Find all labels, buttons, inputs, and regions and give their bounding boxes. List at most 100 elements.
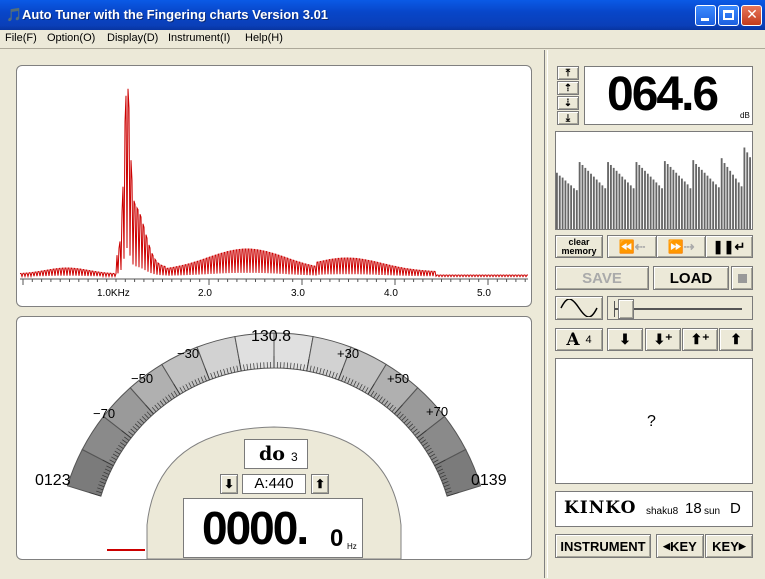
level-history-bar	[579, 162, 581, 229]
level-history-bar	[601, 185, 603, 229]
menu-instrument[interactable]: Instrument(I)	[168, 32, 230, 44]
fingering-unknown: ?	[647, 413, 656, 431]
clear-memory-label: memory	[561, 247, 596, 256]
level-history-bar	[704, 173, 706, 229]
level-history-graph	[555, 131, 753, 230]
maximize-button[interactable]	[718, 5, 739, 26]
level-history-bar	[687, 184, 689, 229]
level-history-bar	[664, 161, 666, 229]
level-history-bar	[618, 174, 620, 229]
level-history-bar	[743, 148, 745, 229]
x-tick-label: 4.0	[384, 288, 398, 299]
cents-label: −50	[131, 371, 153, 386]
level-history-bar	[647, 174, 649, 229]
level-history-bar	[604, 188, 606, 229]
save-button[interactable]: SAVE	[555, 266, 649, 290]
level-down-button[interactable]: ⇣	[557, 96, 579, 110]
fast-forward-button[interactable]: ⏩⇢	[656, 235, 706, 258]
level-history-bar	[576, 190, 578, 229]
key-up-button[interactable]: KEY▶	[705, 534, 753, 558]
instrument-type: shaku8	[646, 506, 678, 517]
stop-button[interactable]	[731, 266, 753, 290]
level-history-bar	[582, 165, 584, 229]
level-history-bar	[559, 176, 561, 229]
level-history-bar	[596, 180, 598, 229]
instrument-brand: KINKO	[564, 498, 636, 518]
level-history-bar	[707, 176, 709, 229]
level-history-bar	[675, 173, 677, 229]
level-history-bar	[726, 167, 728, 229]
waveform-button[interactable]	[555, 296, 603, 320]
slider-thumb[interactable]	[618, 299, 634, 319]
level-history-bar	[593, 177, 595, 229]
level-history-bar	[636, 162, 638, 229]
level-history-bar	[613, 168, 615, 229]
rewind-button[interactable]: ⏪⇠	[607, 235, 657, 258]
menu-bar: File(F) Option(O) Display(D) Instrument(…	[0, 30, 765, 48]
level-history-bar	[746, 152, 748, 229]
level-history-bar	[641, 168, 643, 229]
transpose-up-button[interactable]: ⬆	[719, 328, 753, 351]
right-frequency: 0139	[471, 472, 507, 490]
load-button[interactable]: LOAD	[653, 266, 729, 290]
fingering-chart-area: ?	[555, 358, 753, 484]
level-history-bar	[658, 185, 660, 229]
center-frequency: 130.8	[251, 328, 291, 346]
reference-pitch: A:440	[242, 474, 306, 494]
level-history-bar	[655, 182, 657, 229]
level-history-bar	[610, 165, 612, 229]
level-bottom-button[interactable]: ⤓	[557, 111, 579, 125]
transpose-down-fine-button[interactable]: ⬇⁺	[645, 328, 681, 351]
x-tick-label: 2.0	[198, 288, 212, 299]
level-history-bar	[735, 179, 737, 229]
arrow-up-to-top-icon: ⤒	[566, 68, 570, 79]
close-button[interactable]: ✕	[741, 5, 762, 26]
level-history-bar	[690, 188, 692, 229]
level-top-button[interactable]: ⤒	[557, 66, 579, 80]
level-readout: 064.6 dB	[584, 66, 753, 125]
rewind-icon: ⏪⇠	[618, 239, 645, 255]
menu-help[interactable]: Help(H)	[245, 32, 283, 44]
splitter	[544, 50, 548, 578]
spectrum-trace	[20, 89, 528, 277]
clear-memory-button[interactable]: clear memory	[555, 235, 603, 258]
spectrum-axis-ticks	[23, 279, 525, 285]
minimize-button[interactable]	[695, 5, 716, 26]
pitch-standard-button[interactable]: A 4	[555, 328, 603, 351]
sine-wave-icon	[559, 299, 599, 317]
level-history-bar	[692, 160, 694, 229]
arrow-down-icon: ⬇	[619, 331, 631, 348]
level-history-bar	[621, 177, 623, 229]
reference-up-button[interactable]: ⬆	[311, 474, 329, 494]
window-title: Auto Tuner with the Fingering charts Ver…	[22, 7, 328, 22]
arrow-up-icon: ⬆	[730, 331, 742, 348]
pause-button[interactable]: ❚❚↵	[705, 235, 753, 258]
level-history-bars	[556, 132, 752, 229]
level-history-bar	[684, 181, 686, 229]
frequency-value: 0000.	[202, 501, 307, 555]
note-octave: 3	[291, 450, 298, 464]
level-history-bar	[670, 167, 672, 229]
menu-option[interactable]: Option(O)	[47, 32, 95, 44]
transpose-up-fine-button[interactable]: ⬆⁺	[682, 328, 718, 351]
instrument-button[interactable]: INSTRUMENT	[555, 534, 651, 558]
volume-slider[interactable]	[607, 296, 753, 320]
level-history-bar	[718, 187, 720, 229]
app-icon: 🎵	[6, 8, 22, 23]
triangle-left-icon: ◀	[663, 541, 670, 552]
minimize-icon	[701, 18, 709, 21]
arrow-up-plus-icon: ⬆⁺	[690, 331, 709, 348]
key-down-button[interactable]: ◀KEY	[656, 534, 704, 558]
level-history-bar	[712, 181, 714, 229]
spectrum-graph	[17, 66, 531, 306]
level-history-bar	[562, 178, 564, 229]
level-history-bar	[738, 182, 740, 229]
level-unit: dB	[740, 111, 750, 120]
reference-down-button[interactable]: ⬇	[220, 474, 238, 494]
menu-file[interactable]: File(F)	[5, 32, 37, 44]
level-up-button[interactable]: ⇡	[557, 81, 579, 95]
menu-display[interactable]: Display(D)	[107, 32, 158, 44]
level-history-bar	[624, 180, 626, 229]
transpose-down-button[interactable]: ⬇	[607, 328, 643, 351]
spectrum-panel: 1.0KHz 2.0 3.0 4.0 5.0	[16, 65, 532, 307]
